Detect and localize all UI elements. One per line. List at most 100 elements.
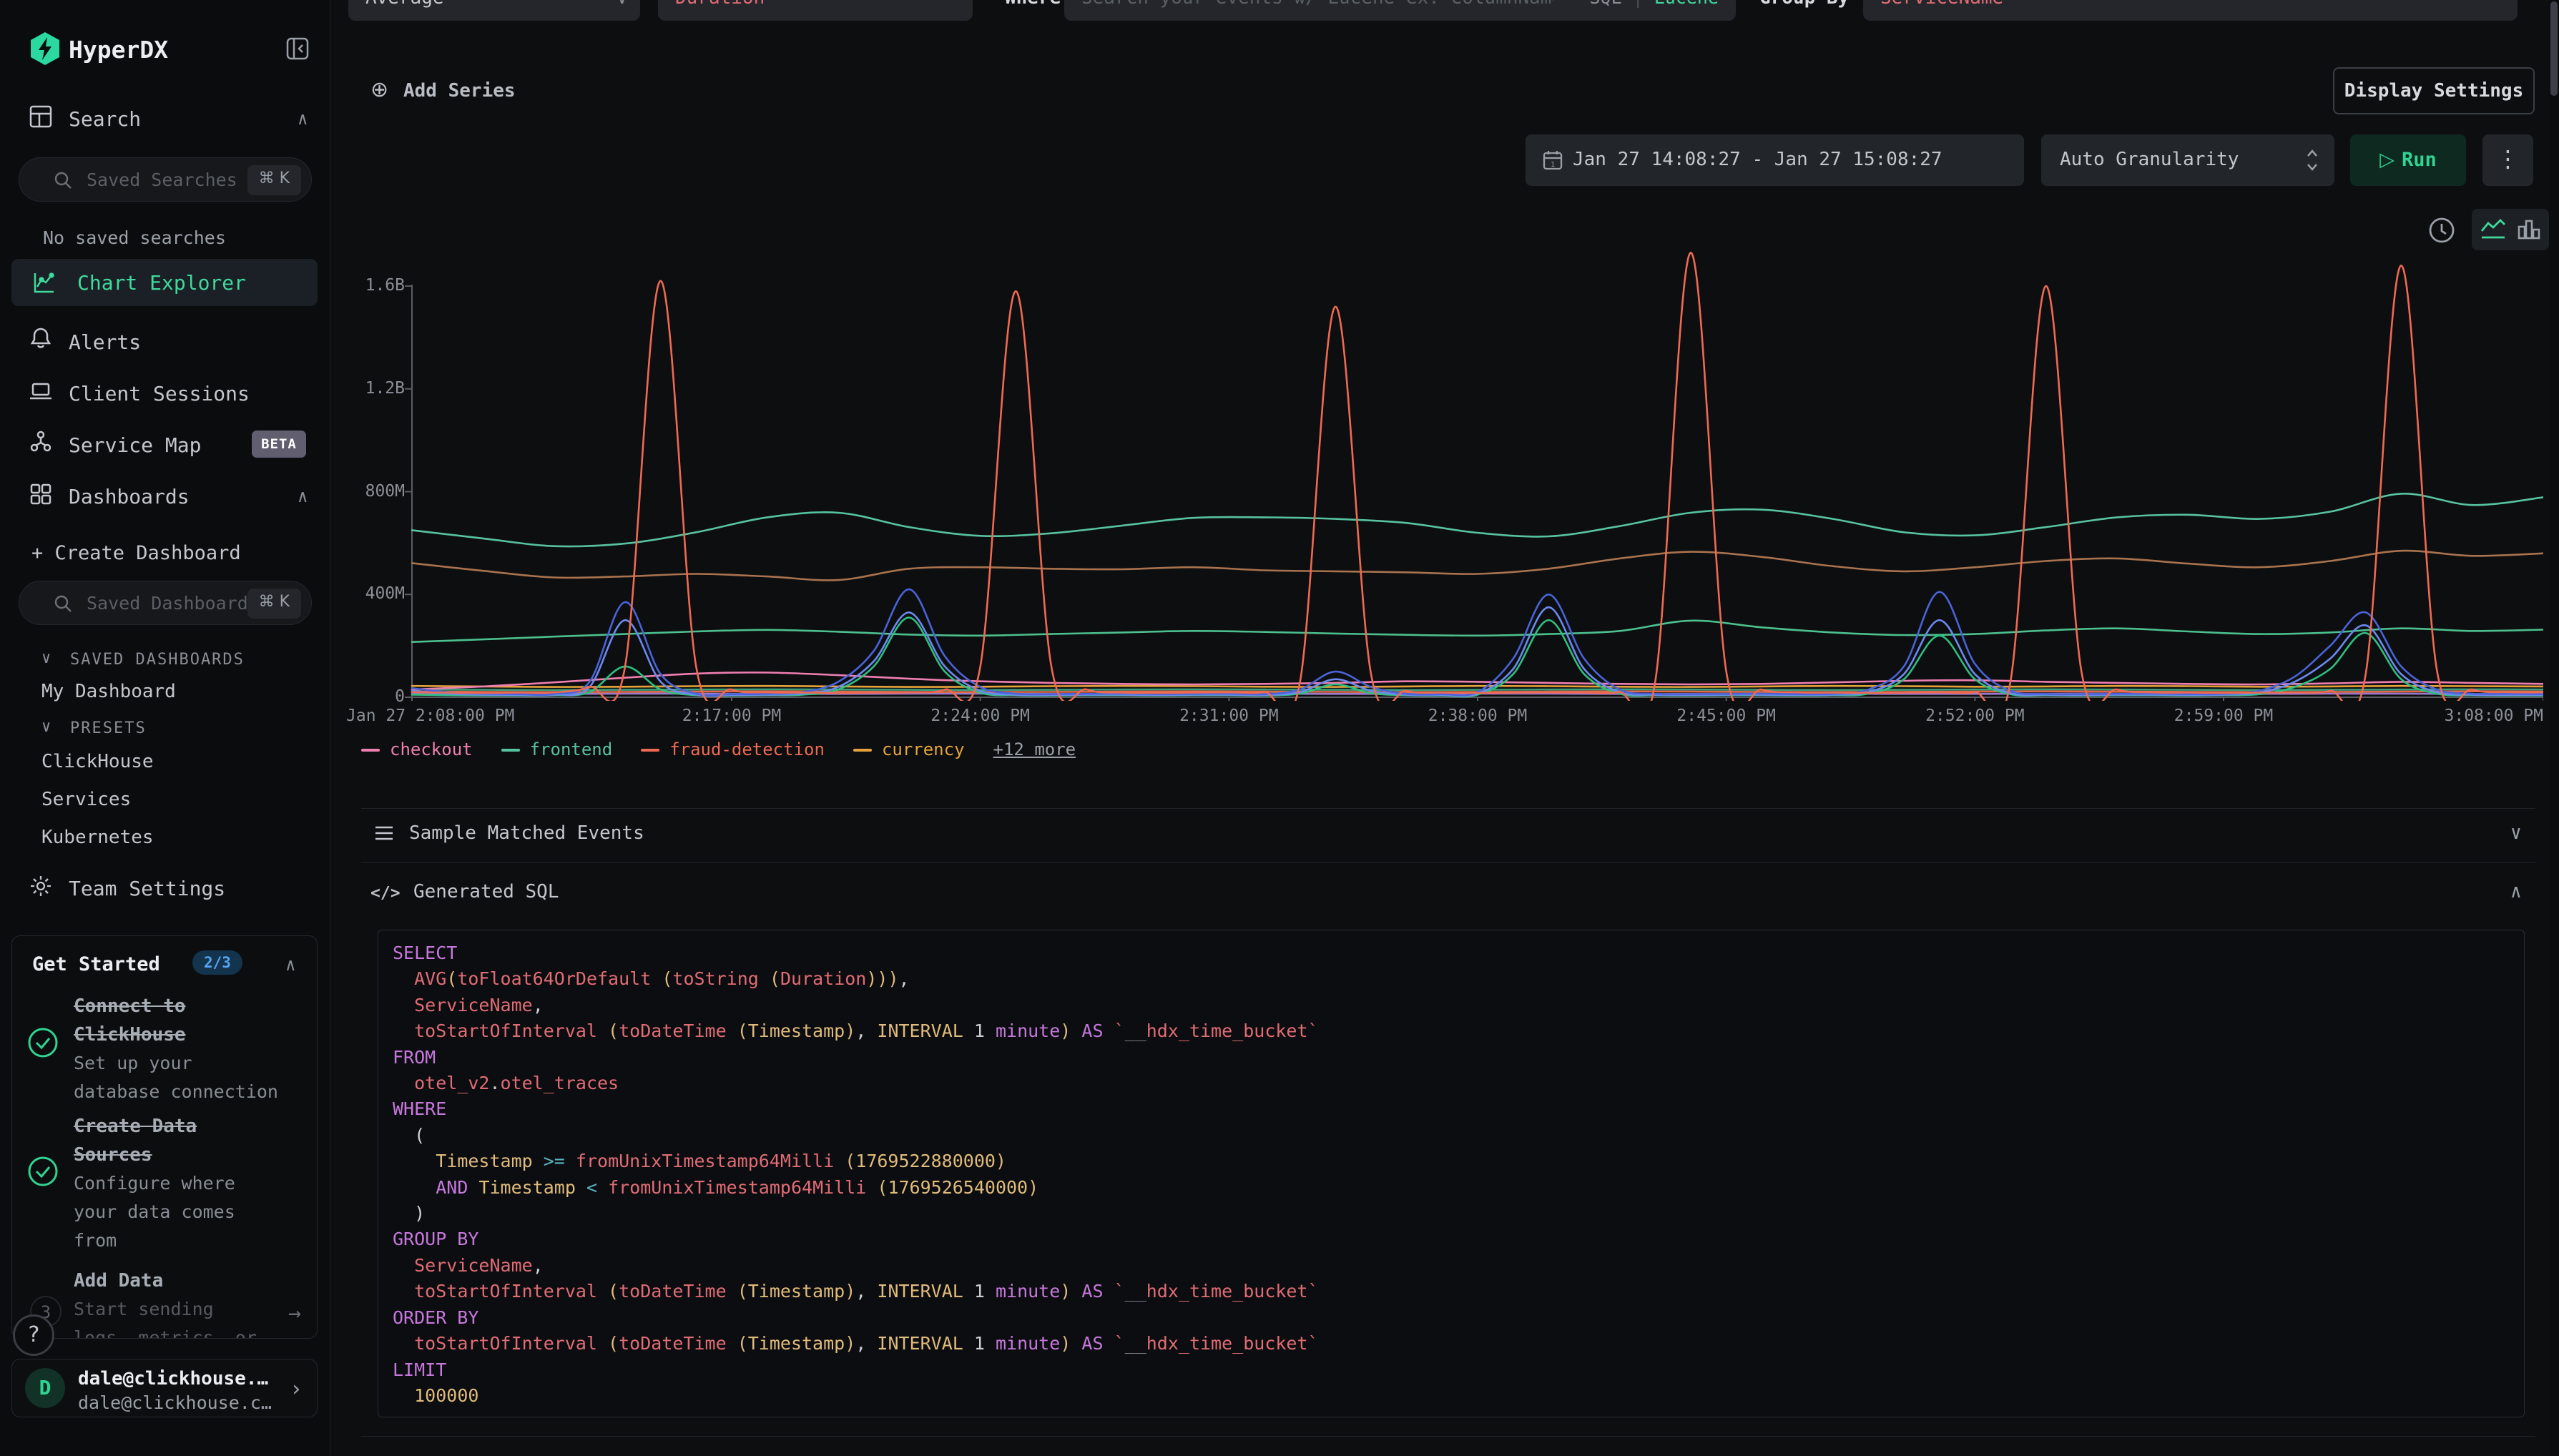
- sidebar-item-search[interactable]: Search: [69, 107, 141, 131]
- help-button[interactable]: ?: [13, 1314, 54, 1356]
- generated-sql-header[interactable]: Generated SQL: [413, 881, 559, 902]
- legend-item[interactable]: frontend: [501, 739, 613, 759]
- brand-title: HyperDX: [69, 36, 168, 64]
- search-events-input[interactable]: Search your events w/ Lucene ex: ColumnN…: [1064, 0, 1736, 21]
- sql-line: ORDER BY: [393, 1305, 2524, 1331]
- y-axis-tick-label: 1.6B: [326, 276, 405, 295]
- saved-searches-input[interactable]: Saved Searches ⌘ K: [19, 157, 312, 202]
- sample-matched-events-header[interactable]: Sample Matched Events: [409, 822, 644, 844]
- run-button[interactable]: ▷Run: [2350, 134, 2466, 186]
- aggregation-select[interactable]: Average ∨: [348, 0, 640, 21]
- chart-legend: checkout frontend fraud-detection currency +…: [361, 739, 1076, 759]
- x-axis-tick-label: 2:59:00 PM: [2174, 707, 2273, 725]
- divider: [361, 1436, 2535, 1437]
- sidebar: HyperDX Search ∧ Saved Searches ⌘ K No s…: [0, 0, 330, 1456]
- sql-line: LIMIT: [393, 1357, 2524, 1383]
- x-axis-tick-label: 2:17:00 PM: [682, 707, 781, 725]
- line-chart-icon[interactable]: [2479, 217, 2508, 242]
- date-range-picker[interactable]: 1 Jan 27 14:08:27 - Jan 27 15:08:27: [1526, 134, 2024, 186]
- user-menu[interactable]: D dale@clickhouse.… dale@clickhouse.c… ›: [11, 1359, 318, 1417]
- x-axis-tick-label: 2:31:00 PM: [1179, 707, 1278, 725]
- get-started-item-title[interactable]: Sources: [74, 1141, 152, 1169]
- series-more-blue: [412, 589, 2543, 695]
- generated-sql-collapse-chevron-icon[interactable]: ∧: [2510, 881, 2522, 902]
- dashboards-collapse-chevron-icon[interactable]: ∧: [298, 486, 308, 506]
- scrollbar-thumb[interactable]: [2550, 1, 2558, 96]
- sidebar-item-preset[interactable]: ClickHouse: [41, 751, 154, 772]
- bar-chart-icon[interactable]: [2515, 215, 2543, 244]
- get-started-collapse-chevron-icon[interactable]: ∧: [285, 955, 295, 975]
- updown-chevrons-icon: [2303, 144, 2322, 176]
- sql-line: ServiceName,: [393, 1253, 2524, 1279]
- sql-line: ServiceName,: [393, 993, 2524, 1018]
- get-started-item-title[interactable]: Connect to: [74, 992, 186, 1020]
- sidebar-collapse-icon[interactable]: [285, 36, 310, 62]
- sidebar-item-preset[interactable]: Kubernetes: [41, 827, 154, 848]
- sidebar-item-my-dashboard[interactable]: My Dashboard: [41, 681, 176, 702]
- presets-chevron-icon[interactable]: ∨: [41, 718, 51, 736]
- avatar: D: [25, 1368, 65, 1408]
- play-icon: ▷: [2379, 149, 2395, 171]
- sidebar-item-chart-explorer[interactable]: Chart Explorer: [11, 259, 318, 306]
- scrollbar[interactable]: [2549, 0, 2559, 1456]
- field-input[interactable]: Duration: [658, 0, 973, 21]
- series-more-brown: [412, 551, 2543, 580]
- dashboards-icon: [29, 482, 53, 506]
- get-started-item-title[interactable]: Create Data: [74, 1112, 197, 1141]
- field-value: Duration: [675, 0, 765, 9]
- shortcut-badge: ⌘ K: [247, 589, 301, 619]
- generated-sql-code[interactable]: SELECT AVG(toFloat64OrDefault (toString …: [378, 930, 2525, 1417]
- query-language-toggle[interactable]: SQL | Lucene: [1589, 0, 1719, 8]
- sql-line: 100000: [393, 1383, 2524, 1409]
- legend-label: currency: [882, 739, 965, 759]
- get-started-item-subtitle: from: [74, 1226, 117, 1255]
- sidebar-item-dashboards[interactable]: Dashboards: [69, 485, 190, 508]
- create-dashboard-button[interactable]: + Create Dashboard: [31, 542, 241, 564]
- legend-item[interactable]: currency: [853, 739, 965, 759]
- search-events-placeholder: Search your events w/ Lucene ex: ColumnN…: [1081, 0, 1553, 9]
- get-started-item-subtitle: your data comes: [74, 1198, 235, 1226]
- gear-icon: [29, 874, 53, 898]
- group-by-input[interactable]: ServiceName: [1863, 0, 2518, 21]
- sidebar-item-alerts[interactable]: Alerts: [69, 330, 141, 354]
- add-series-button[interactable]: Add Series: [403, 80, 516, 102]
- sidebar-item-client-sessions[interactable]: Client Sessions: [69, 382, 250, 405]
- chart-explorer-icon: [31, 270, 57, 295]
- shortcut-badge: ⌘ K: [247, 165, 301, 195]
- no-saved-searches-text: No saved searches: [43, 227, 226, 248]
- legend-more-link[interactable]: +12 more: [993, 739, 1076, 759]
- get-started-item-subtitle: Configure where: [74, 1169, 235, 1198]
- legend-dash-icon: [361, 749, 380, 752]
- series-frontend: [412, 493, 2543, 546]
- code-icon: </>: [370, 884, 401, 902]
- check-circle-icon: [26, 1026, 59, 1059]
- granularity-select[interactable]: Auto Granularity: [2041, 134, 2334, 186]
- sidebar-item-team-settings[interactable]: Team Settings: [69, 877, 225, 900]
- where-label: Where: [1005, 0, 1061, 9]
- main-area: Average ∨ Duration Where Search your eve…: [330, 0, 2549, 1456]
- add-data-arrow-icon[interactable]: →: [288, 1301, 301, 1326]
- get-started-item-subtitle: logs, metrics, or: [74, 1324, 257, 1339]
- search-collapse-chevron-icon[interactable]: ∧: [298, 109, 308, 129]
- sql-line: AND Timestamp < fromUnixTimestamp64Milli…: [393, 1175, 2524, 1201]
- sidebar-item-service-map[interactable]: Service Map: [69, 433, 201, 457]
- list-icon: [372, 821, 396, 845]
- divider: [361, 862, 2535, 863]
- user-name: dale@clickhouse.…: [78, 1368, 293, 1389]
- legend-item[interactable]: checkout: [361, 739, 473, 759]
- sample-events-expand-chevron-icon[interactable]: ∨: [2510, 822, 2522, 844]
- sql-line: (: [393, 1123, 2524, 1148]
- time-format-icon[interactable]: [2426, 215, 2457, 246]
- kebab-menu-button[interactable]: ⋮: [2482, 134, 2533, 186]
- get-started-item-title[interactable]: Add Data: [74, 1266, 163, 1295]
- sidebar-item-preset[interactable]: Services: [41, 789, 131, 810]
- display-settings-button[interactable]: Display Settings: [2333, 67, 2535, 114]
- y-axis-tick-label: 1.2B: [326, 379, 405, 398]
- saved-dashboards-input[interactable]: Saved Dashboards ⌘ K: [19, 581, 312, 625]
- get-started-item-title[interactable]: ClickHouse: [74, 1020, 186, 1049]
- legend-label: frontend: [530, 739, 613, 759]
- legend-item[interactable]: fraud-detection: [641, 739, 825, 759]
- saved-dashboards-header: SAVED DASHBOARDS: [70, 651, 245, 669]
- saved-dashboards-chevron-icon[interactable]: ∨: [41, 649, 51, 667]
- client-sessions-icon: [29, 379, 53, 403]
